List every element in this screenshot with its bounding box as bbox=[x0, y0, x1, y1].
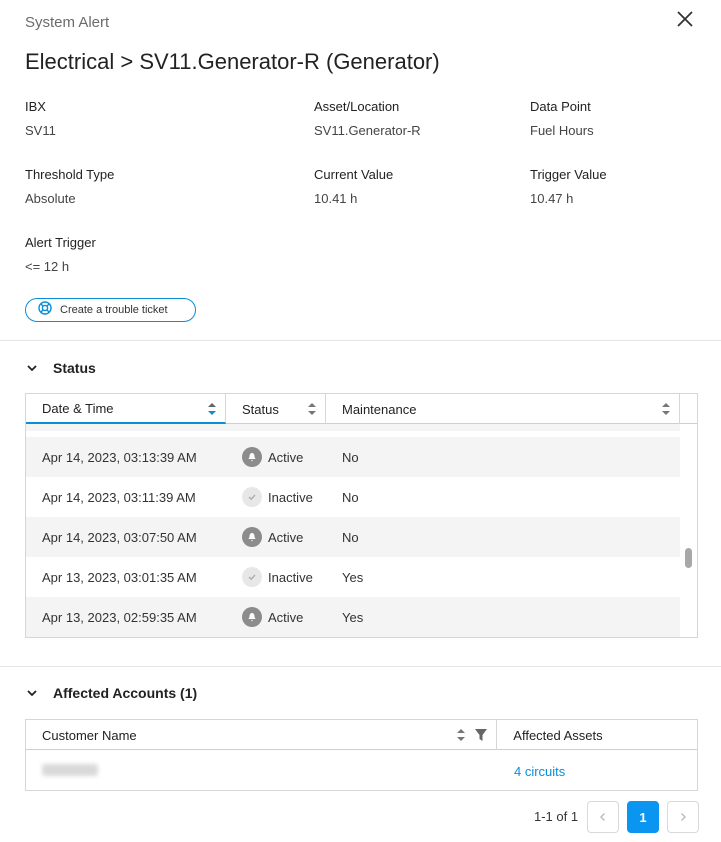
cell-status: Inactive bbox=[268, 569, 313, 585]
check-icon bbox=[242, 567, 262, 587]
column-header-maintenance[interactable]: Maintenance bbox=[326, 394, 680, 424]
check-icon bbox=[242, 487, 262, 507]
filter-icon[interactable] bbox=[474, 728, 488, 742]
current-value-value: 10.41 h bbox=[314, 191, 358, 206]
scrollbar-track[interactable] bbox=[682, 425, 697, 637]
cell-date: Apr 13, 2023, 02:59:35 AM bbox=[42, 609, 197, 625]
lifebuoy-icon bbox=[38, 300, 52, 320]
table-row[interactable]: 4 circuits bbox=[26, 751, 697, 790]
cell-status: Inactive bbox=[268, 489, 313, 505]
sort-icon[interactable] bbox=[456, 727, 466, 743]
prev-page-button[interactable] bbox=[587, 801, 619, 833]
cell-date: Apr 13, 2023, 03:01:35 AM bbox=[42, 569, 197, 585]
column-label-status: Status bbox=[242, 401, 279, 417]
chevron-left-icon bbox=[600, 813, 605, 821]
sort-icon[interactable] bbox=[307, 401, 317, 417]
ibx-label: IBX bbox=[25, 99, 46, 114]
status-section-toggle[interactable]: Status bbox=[25, 360, 96, 376]
bell-icon bbox=[242, 527, 262, 547]
cell-date: Apr 14, 2023, 03:11:39 AM bbox=[42, 489, 196, 505]
scrollbar-thumb[interactable] bbox=[685, 548, 692, 568]
alert-kicker: System Alert bbox=[25, 14, 110, 31]
table-row[interactable]: Apr 14, 2023, 03:13:39 AM Active No bbox=[26, 437, 680, 477]
data-point-label: Data Point bbox=[530, 99, 591, 114]
trigger-value-label: Trigger Value bbox=[530, 167, 607, 182]
page-title: Electrical > SV11.Generator-R (Generator… bbox=[25, 49, 440, 74]
column-header-affected-assets[interactable]: Affected Assets bbox=[497, 720, 697, 750]
page-button-current[interactable]: 1 bbox=[627, 801, 659, 833]
column-label-date-time: Date & Time bbox=[42, 400, 114, 416]
table-row[interactable]: Apr 13, 2023, 02:59:35 AM Active Yes bbox=[26, 597, 680, 637]
cell-maintenance: No bbox=[342, 449, 359, 465]
table-row[interactable]: Apr 14, 2023, 03:07:50 AM Active No bbox=[26, 517, 680, 557]
status-table: Date & Time Status Maintenance Apr 14, 2… bbox=[25, 393, 698, 638]
column-label-customer-name: Customer Name bbox=[42, 727, 137, 743]
cell-status: Active bbox=[268, 529, 304, 545]
column-header-status[interactable]: Status bbox=[226, 394, 326, 424]
cell-date: Apr 14, 2023, 03:13:39 AM bbox=[42, 449, 197, 465]
column-label-maintenance: Maintenance bbox=[342, 401, 417, 417]
column-label-affected-assets: Affected Assets bbox=[513, 727, 603, 743]
asset-location-label: Asset/Location bbox=[314, 99, 400, 114]
status-section-title: Status bbox=[53, 360, 96, 376]
redacted-customer-name bbox=[42, 764, 98, 776]
trigger-value-value: 10.47 h bbox=[530, 191, 574, 206]
close-icon[interactable] bbox=[674, 8, 696, 30]
alert-trigger-value: <= 12 h bbox=[25, 259, 70, 274]
sort-icon[interactable] bbox=[207, 401, 217, 417]
affected-accounts-table: Customer Name Affected Assets 4 circuits bbox=[25, 719, 698, 791]
cell-date: Apr 14, 2023, 03:07:50 AM bbox=[42, 529, 197, 545]
create-trouble-ticket-label: Create a trouble ticket bbox=[60, 304, 168, 316]
cell-customer-name bbox=[26, 751, 498, 790]
ibx-value: SV11 bbox=[25, 123, 56, 138]
cell-status: Active bbox=[268, 609, 304, 625]
chevron-down-icon bbox=[25, 686, 39, 700]
bell-icon bbox=[242, 607, 262, 627]
asset-location-value: SV11.Generator-R bbox=[314, 123, 421, 138]
bell-icon bbox=[242, 447, 262, 467]
divider bbox=[0, 666, 721, 667]
table-row[interactable]: Apr 13, 2023, 03:01:35 AM Inactive Yes bbox=[26, 557, 680, 597]
threshold-type-label: Threshold Type bbox=[25, 167, 115, 182]
cell-maintenance: Yes bbox=[342, 609, 364, 625]
affected-accounts-section-toggle[interactable]: Affected Accounts (1) bbox=[25, 685, 197, 701]
affected-assets-link[interactable]: 4 circuits bbox=[498, 764, 565, 779]
current-value-label: Current Value bbox=[314, 167, 394, 182]
column-header-date-time[interactable]: Date & Time bbox=[26, 394, 226, 424]
cell-maintenance: No bbox=[342, 529, 359, 545]
alert-trigger-label: Alert Trigger bbox=[25, 235, 96, 250]
next-page-button[interactable] bbox=[667, 801, 699, 833]
cell-status: Active bbox=[268, 449, 304, 465]
accounts-table-header: Customer Name Affected Assets bbox=[26, 720, 697, 750]
table-row[interactable]: Apr 14, 2023, 03:11:39 AM Inactive No bbox=[26, 477, 680, 517]
create-trouble-ticket-button[interactable]: Create a trouble ticket bbox=[25, 298, 196, 322]
divider bbox=[0, 340, 721, 341]
affected-accounts-section-title: Affected Accounts (1) bbox=[53, 685, 198, 701]
sort-icon[interactable] bbox=[661, 401, 671, 417]
cell-maintenance: No bbox=[342, 489, 359, 505]
column-header-customer-name[interactable]: Customer Name bbox=[26, 720, 498, 750]
threshold-type-value: Absolute bbox=[25, 191, 76, 206]
cell-maintenance: Yes bbox=[342, 569, 364, 585]
chevron-down-icon bbox=[25, 361, 39, 375]
data-point-value: Fuel Hours bbox=[530, 123, 594, 138]
pagination-summary: 1-1 of 1 bbox=[534, 809, 579, 824]
chevron-right-icon bbox=[681, 813, 686, 821]
status-table-header: Date & Time Status Maintenance bbox=[26, 394, 697, 424]
